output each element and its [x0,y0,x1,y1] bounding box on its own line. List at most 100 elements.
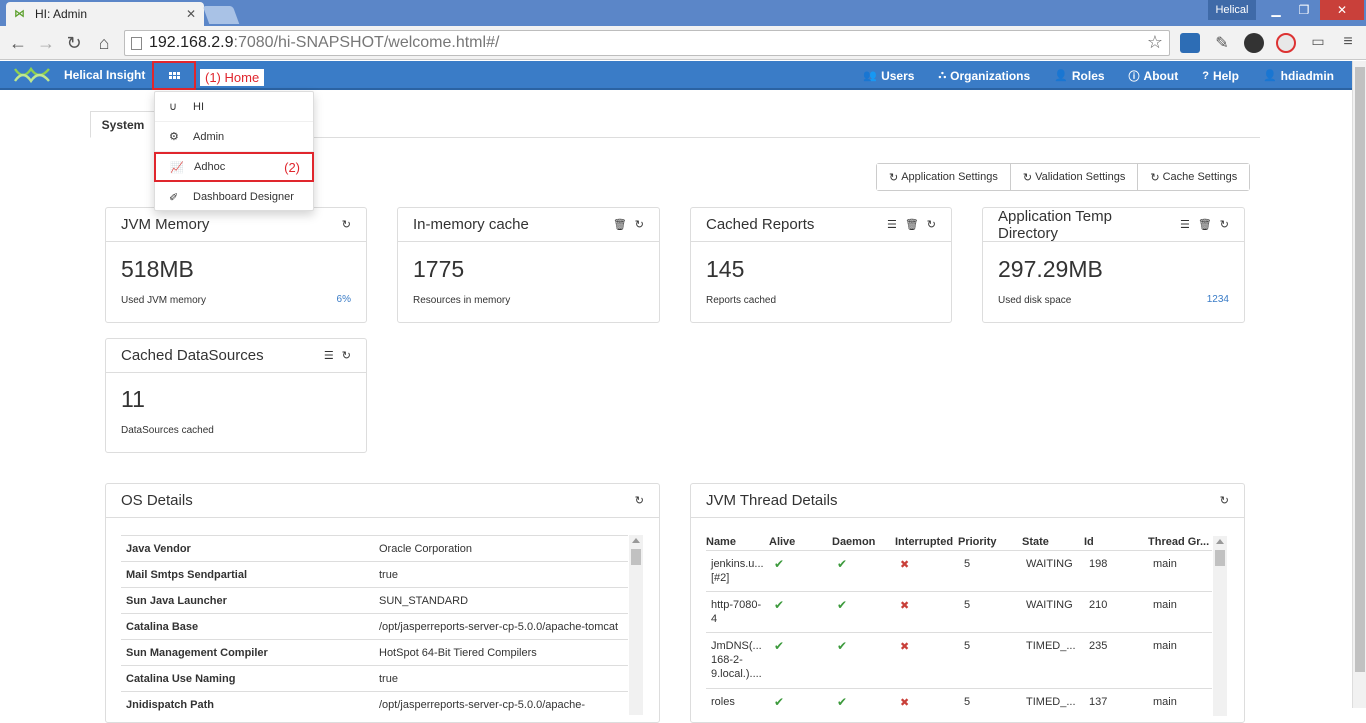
new-tab-button[interactable] [202,6,240,24]
extension-s-icon[interactable] [1180,33,1200,53]
nav-user[interactable]: 👤 hdiadmin [1263,69,1334,83]
column-header-thread-group[interactable]: Thread Gr... [1148,536,1209,548]
cached-datasources-value: 11 [121,386,145,412]
nav-about[interactable]: ⓘ About [1129,68,1179,84]
refresh-icon[interactable]: ↻ [342,349,351,362]
table-row: http-7080- 4 ✔ ✔ ✖ 5 WAITING 210 main [706,591,1212,632]
helical-favicon-icon: ⋈ [14,8,25,20]
scroll-thumb[interactable] [631,549,641,565]
column-header-daemon[interactable]: Daemon [832,536,875,548]
restore-icon[interactable]: ❐ [1290,0,1318,20]
extension-record-icon[interactable] [1276,33,1296,53]
list-icon[interactable]: ☰ [1180,218,1190,231]
apps-menu-button[interactable] [152,61,196,90]
thread-state: WAITING [1026,558,1073,570]
thread-details-scrollbar[interactable] [1213,536,1227,716]
forward-icon[interactable]: → [36,33,56,53]
os-details-scrollbar[interactable] [629,535,643,715]
helical-logo-icon [14,67,50,83]
table-row: Sun Java Launcher SUN_STANDARD [121,587,628,613]
list-icon[interactable]: ☰ [324,349,334,362]
brand-name[interactable]: Helical Insight [64,68,145,82]
refresh-icon[interactable]: ↻ [1220,218,1229,231]
refresh-icon[interactable]: ↻ [635,218,644,231]
menu-item-label: Adhoc [194,161,226,173]
table-row: jenkins.u... [#2] ✔ ✔ ✖ 5 WAITING 198 ma… [706,550,1212,591]
menu-item-hi[interactable]: ∪ HI [155,92,313,122]
chrome-menu-icon[interactable]: ≡ [1338,33,1358,53]
cached-datasources-label: DataSources cached [121,425,214,436]
scroll-up-icon[interactable] [632,538,640,543]
card-title: Application Temp Directory [998,207,1112,242]
application-settings-button[interactable]: ↻ Application Settings [877,164,1011,190]
window-close-icon[interactable]: ✕ [1320,0,1364,20]
minimize-icon[interactable]: ▁ [1262,0,1290,20]
trash-icon[interactable]: 🗑 [1198,218,1212,231]
browser-tab[interactable]: ⋈ HI: Admin ✕ [6,2,204,26]
cache-settings-button[interactable]: ↻ Cache Settings [1138,164,1250,190]
nav-help[interactable]: ? Help [1202,69,1239,83]
tab-title: HI: Admin [35,7,88,21]
row-value: /opt/jasperreports-server-cp-5.0.0/apach… [379,620,619,633]
temp-directory-count[interactable]: 1234 [1207,294,1229,305]
tab-system[interactable]: System [90,111,156,138]
scroll-thumb[interactable] [1215,550,1225,566]
reload-icon[interactable]: ↻ [64,33,84,53]
line-chart-icon: 📈 [170,161,184,174]
list-icon[interactable]: ☰ [887,218,897,231]
sitemap-icon: ⛬ [938,69,947,81]
thread-state: TIMED_... [1026,696,1076,708]
refresh-icon[interactable]: ↻ [1220,494,1229,507]
column-header-priority[interactable]: Priority [958,536,997,548]
thread-group: main [1153,696,1177,708]
refresh-icon[interactable]: ↻ [927,218,936,231]
inmemory-cache-card: In-memory cache 🗑 ↻ 1775 Resources in memo… [397,207,660,323]
refresh-icon[interactable]: ↻ [342,218,351,231]
cache-settings-label: Cache Settings [1162,171,1238,183]
temp-directory-card: Application Temp Directory ☰ 🗑 ↻ 297.29MB U… [982,207,1245,323]
thread-priority: 5 [964,640,971,652]
page-scroll-thumb[interactable] [1355,67,1365,672]
thread-name: http-7080- 4 [711,599,762,625]
nav-roles[interactable]: 👤 Roles [1054,69,1104,83]
home-icon[interactable]: ⌂ [94,33,114,53]
scroll-up-icon[interactable] [1216,539,1224,544]
thread-priority: 5 [964,558,971,570]
trash-icon[interactable]: 🗑 [905,218,919,231]
tab-close-icon[interactable]: ✕ [186,7,196,21]
column-header-id[interactable]: Id [1084,536,1094,548]
row-key: Java Vendor [126,542,191,555]
address-bar[interactable]: 192.168.2.9 :7080/hi-SNAPSHOT/welcome.ht… [124,30,1170,56]
settings-button-group: ↻ Application Settings ↻ Validation Settin… [876,163,1251,191]
table-row: Catalina Base/opt/jasperreports-server-c… [121,613,628,639]
check-icon: ✔ [774,598,785,612]
nav-users[interactable]: 👥 Users [863,69,914,83]
eyedropper-icon[interactable]: ✎ [1212,33,1232,53]
row-value: SUN_STANDARD [379,594,469,607]
user-icon: 👤 [1262,70,1277,82]
column-header-state[interactable]: State [1022,536,1049,548]
menu-item-dashboard-designer[interactable]: ✐ Dashboard Designer [155,182,313,212]
annotation-adhoc: (2) [284,159,300,175]
menu-item-adhoc[interactable]: 📈 Adhoc (2) [154,152,314,182]
table-row: roles ✔ ✔ ✖ 5 TIMED_... 137 main [706,688,1212,718]
validation-settings-button[interactable]: ↻ Validation Settings [1010,164,1139,190]
row-value: HotSpot 64-Bit Tiered Compilers [379,646,537,659]
column-header-name[interactable]: Name [706,536,736,548]
column-header-alive[interactable]: Alive [769,536,795,548]
temp-directory-label: Used disk space [998,295,1072,306]
refresh-icon[interactable]: ↻ [635,494,644,507]
trash-icon[interactable]: 🗑 [613,218,627,231]
table-row: JmDNS(... 168-2- 9.local.).... ✔ ✔ ✖ 5 T… [706,632,1212,688]
bookmark-star-icon[interactable]: ☆ [1147,32,1163,53]
check-icon: ✔ [837,598,848,612]
column-header-interrupted[interactable]: Interrupted [895,536,953,548]
question-icon: ? [1202,69,1209,82]
profile-badge[interactable]: Helical [1208,0,1256,20]
cast-icon[interactable]: ▭ [1308,33,1328,53]
menu-item-admin[interactable]: ⚙ Admin [155,122,313,152]
back-icon[interactable]: ← [8,33,28,53]
page-scrollbar[interactable] [1352,61,1366,708]
nav-organizations[interactable]: ⛬ Organizations [938,69,1030,83]
speedometer-icon[interactable] [1244,33,1264,53]
